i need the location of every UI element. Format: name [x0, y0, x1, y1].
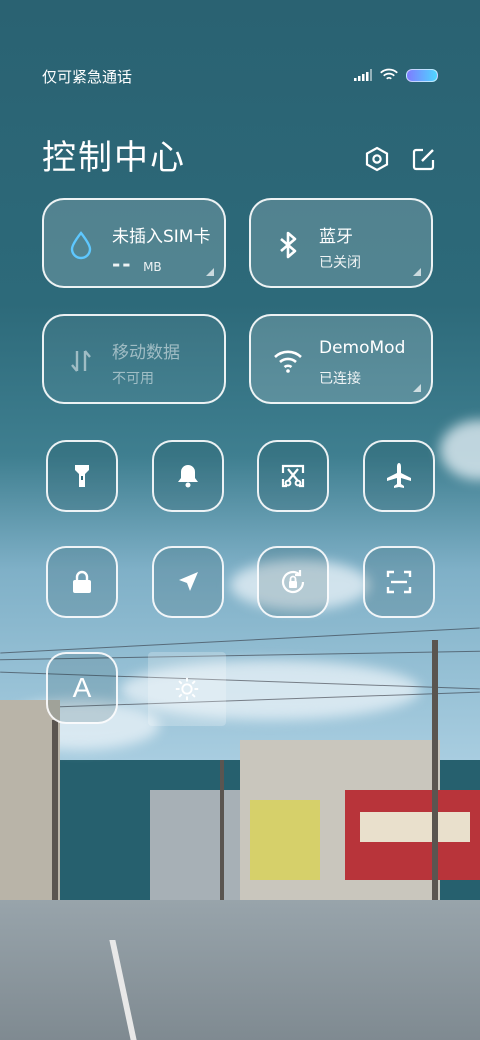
usage-unit: MB — [143, 260, 162, 274]
tile-mobile-data[interactable]: 移动数据 不可用 — [42, 314, 226, 404]
carrier-text: 仅可紧急通话 — [42, 68, 133, 86]
letter-a-icon: A — [72, 672, 92, 703]
signal-icon — [354, 69, 372, 81]
wifi-icon — [274, 350, 302, 373]
lock-icon — [73, 570, 91, 593]
tile-wifi-title: DemoMod — [319, 338, 406, 358]
tile-sim-title: 未插入SIM卡 — [112, 227, 211, 247]
bell-icon — [178, 465, 198, 488]
gear-icon[interactable] — [364, 146, 390, 172]
location-arrow-icon — [179, 572, 198, 591]
toggle-rotation-lock[interactable] — [257, 546, 329, 618]
train-window-band — [360, 812, 470, 842]
usage-value: -- — [112, 252, 133, 276]
expand-corner-icon — [413, 384, 421, 392]
bluetooth-icon — [280, 231, 297, 259]
tile-bluetooth-title: 蓝牙 — [319, 227, 353, 247]
toggle-airplane[interactable] — [363, 440, 435, 512]
sun-icon — [175, 677, 199, 701]
flashlight-icon — [75, 465, 89, 487]
rotation-lock-icon — [281, 570, 305, 594]
water-drop-icon — [70, 231, 92, 260]
utility-pole — [220, 760, 224, 910]
brightness-slider[interactable] — [148, 652, 226, 726]
tile-sim-data[interactable]: 未插入SIM卡 -- MB — [42, 198, 226, 288]
scissors-icon — [281, 464, 305, 488]
scan-icon — [386, 570, 412, 594]
tile-wifi[interactable]: DemoMod 已连接 — [249, 314, 433, 404]
building — [0, 700, 60, 920]
toggle-auto-brightness[interactable]: A — [46, 652, 118, 724]
street — [0, 900, 480, 1040]
building — [150, 790, 240, 900]
tile-sim-usage: -- MB — [112, 252, 162, 276]
page-title: 控制中心 — [42, 138, 186, 178]
toggle-location[interactable] — [152, 546, 224, 618]
toggle-lock[interactable] — [46, 546, 118, 618]
edit-icon[interactable] — [411, 146, 437, 172]
wifi-icon — [380, 68, 398, 80]
toggle-flashlight[interactable] — [46, 440, 118, 512]
building — [250, 800, 320, 880]
airplane-icon — [387, 463, 411, 488]
toggle-scanner[interactable] — [363, 546, 435, 618]
status-bar: 仅可紧急通话 — [42, 66, 438, 86]
expand-corner-icon — [206, 268, 214, 276]
data-arrows-icon — [71, 350, 91, 372]
battery-icon — [406, 68, 438, 82]
tile-mobile-data-status: 不可用 — [112, 371, 154, 387]
tile-mobile-data-title: 移动数据 — [112, 343, 180, 363]
tile-wifi-status: 已连接 — [319, 371, 361, 387]
tile-bluetooth[interactable]: 蓝牙 已关闭 — [249, 198, 433, 288]
tile-bluetooth-status: 已关闭 — [319, 255, 361, 271]
toggle-sound[interactable] — [152, 440, 224, 512]
expand-corner-icon — [413, 268, 421, 276]
toggle-screenshot[interactable] — [257, 440, 329, 512]
utility-pole — [432, 640, 438, 920]
